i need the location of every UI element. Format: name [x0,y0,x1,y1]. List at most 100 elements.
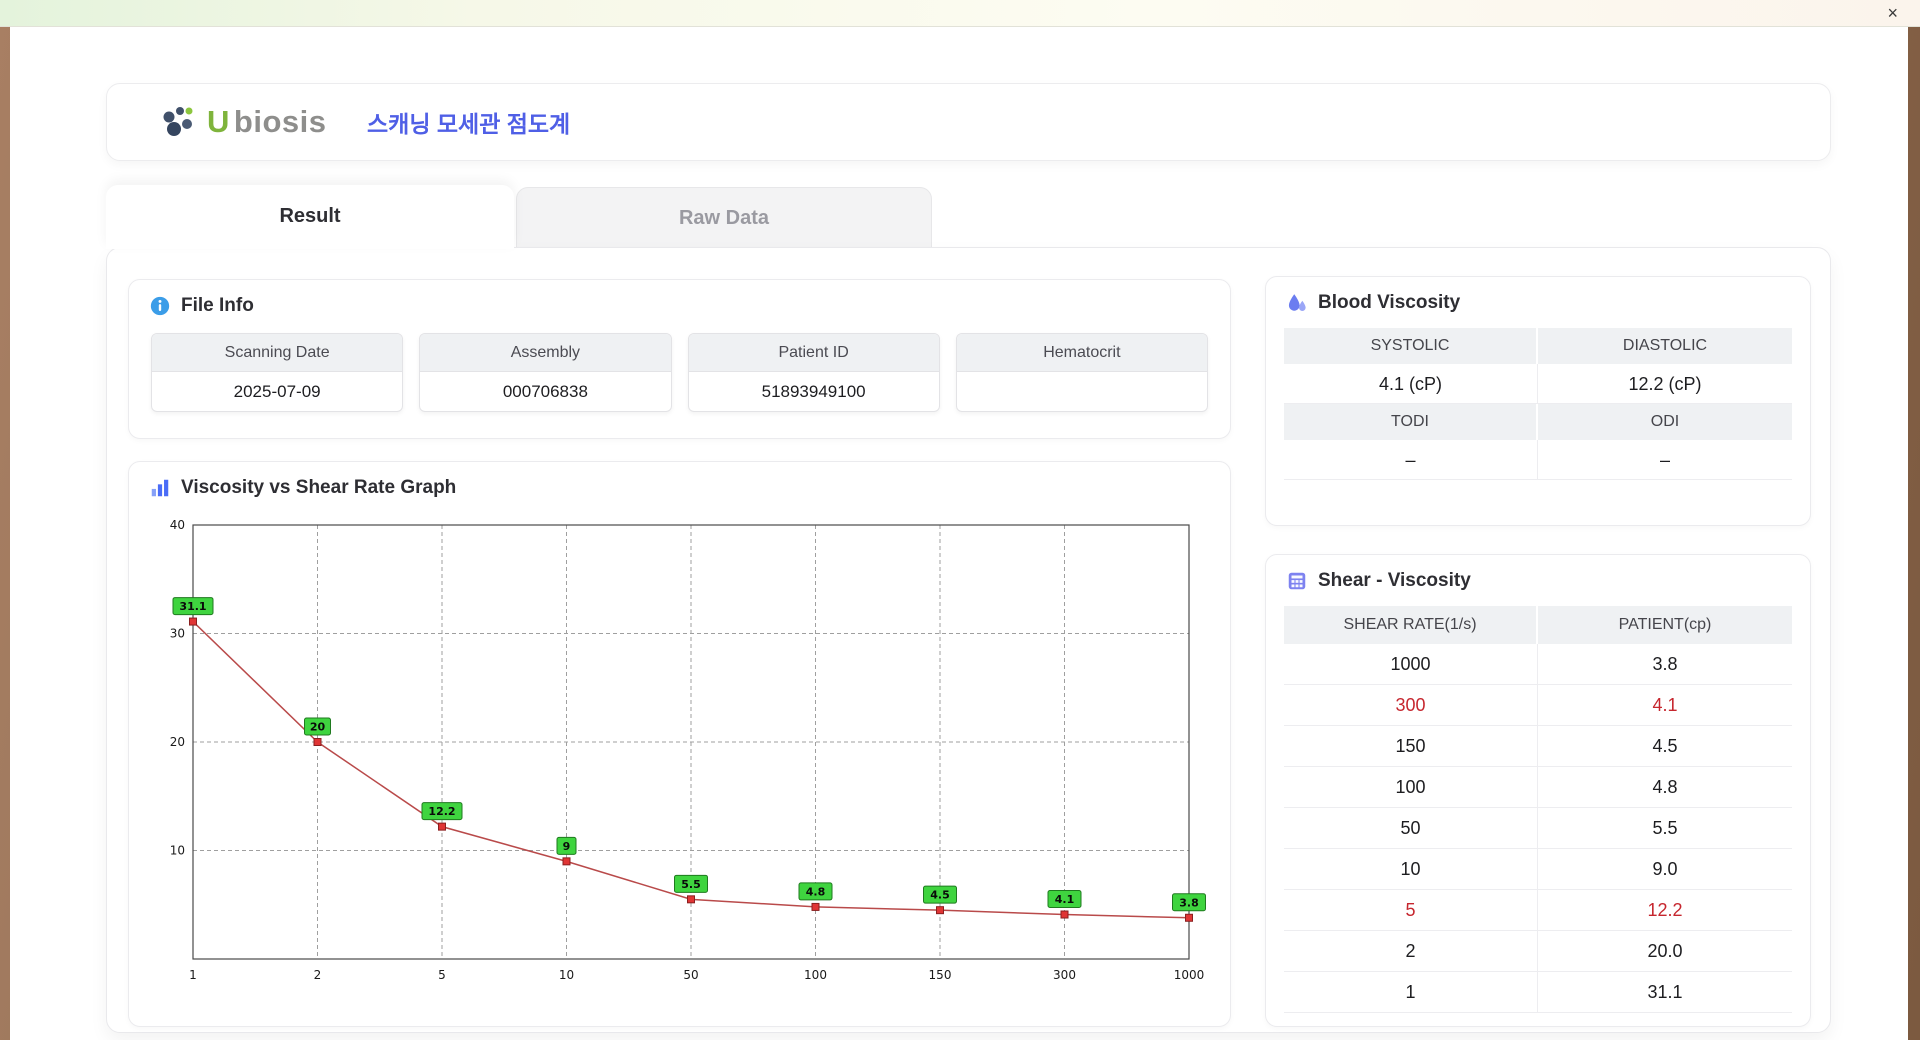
svg-text:9: 9 [563,840,571,853]
app-header: U biosis 스캐닝 모세관 점도계 [106,83,1831,161]
blood-viscosity-metric-value: – [1538,440,1792,480]
svg-text:5: 5 [438,968,446,982]
blood-viscosity-metric-label: TODI [1284,404,1538,440]
file-info-field: Assembly 000706838 [419,333,672,412]
shear-rate-cell: 1 [1284,972,1538,1012]
shear-rate-cell: 2 [1284,931,1538,971]
viscosity-chart: 31.1 20 12.2 9 5.5 4.8 4.5 4.1 3.8 10 20 30 40 1 2 5 10 5… [129,511,1230,996]
file-info-field-label: Scanning Date [152,334,403,372]
svg-text:4.1: 4.1 [1055,893,1075,906]
file-info-field-label: Assembly [420,334,671,372]
svg-text:50: 50 [683,968,698,982]
file-info-field-label: Hematocrit [956,334,1207,372]
window-close-button[interactable]: × [1881,0,1904,27]
blood-viscosity-card: Blood Viscosity SYSTOLIC DIASTOLIC 4.1 (cP… [1265,276,1811,526]
shear-table-row: 150 4.5 [1284,726,1792,767]
file-info-field: Hematocrit [955,333,1208,412]
app-window: U biosis 스캐닝 모세관 점도계 Result Raw Data Fil… [10,27,1908,1040]
blood-viscosity-metric-value: 12.2 (cP) [1538,364,1792,404]
svg-text:10: 10 [559,968,574,982]
page-title: 스캐닝 모세관 점도계 [367,111,571,137]
patient-column-header: PATIENT(cp) [1538,606,1792,644]
svg-text:20: 20 [170,735,185,749]
shear-table-row: 300 4.1 [1284,685,1792,726]
viscosity-shear-rate-plot: 31.1 20 12.2 9 5.5 4.8 4.5 4.1 3.8 10 20 30 40 1 2 5 10 5… [170,518,1206,982]
svg-text:300: 300 [1053,968,1076,982]
svg-text:4.8: 4.8 [806,885,826,898]
svg-text:5.5: 5.5 [681,878,701,891]
blood-viscosity-grid: SYSTOLIC DIASTOLIC 4.1 (cP) 12.2 (cP) TODI OD… [1284,328,1792,480]
shear-table-row: 2 20.0 [1284,931,1792,972]
svg-text:100: 100 [804,968,827,982]
file-info-field: Scanning Date 2025-07-09 [151,333,404,412]
file-info-field-label: Patient ID [688,334,939,372]
shear-table-header: SHEAR RATE(1/s) PATIENT(cp) [1284,606,1792,644]
patient-viscosity-cell: 5.5 [1652,818,1678,838]
shear-table-row: 5 12.2 [1284,890,1792,931]
patient-viscosity-cell: 4.8 [1652,777,1678,797]
file-info-card: File Info Scanning Date 2025-07-09 Assembl… [128,279,1231,439]
file-info-field-value: 2025-07-09 [233,382,321,401]
shear-rate-cell: 150 [1284,726,1538,766]
file-info-field-value: 51893949100 [761,382,866,401]
blood-viscosity-metric-label: DIASTOLIC [1538,328,1792,364]
file-info-title: File Info [181,295,254,316]
blood-viscosity-title: Blood Viscosity [1318,292,1461,313]
svg-text:1000: 1000 [1174,968,1205,982]
svg-text:40: 40 [170,518,185,532]
info-icon [149,295,171,317]
patient-viscosity-cell: 31.1 [1647,982,1683,1002]
shear-rate-column-header: SHEAR RATE(1/s) [1284,606,1538,644]
shear-rate-cell: 10 [1284,849,1538,889]
shear-viscosity-card: Shear - Viscosity SHEAR RATE(1/s) PATIEN… [1265,554,1811,1027]
svg-text:20: 20 [310,721,326,734]
blood-viscosity-metric-label: SYSTOLIC [1284,328,1538,364]
shear-rate-cell: 50 [1284,808,1538,848]
file-info-fields: Scanning Date 2025-07-09 Assembly 000706838… [129,329,1230,412]
patient-viscosity-cell: 12.2 [1647,900,1683,920]
blood-viscosity-metric-value: 4.1 (cP) [1284,364,1538,404]
svg-text:3.8: 3.8 [1179,896,1199,909]
ubiosis-logo: U biosis [157,84,326,160]
brand-leading-letter: U [207,104,230,139]
file-info-field-value [957,372,1207,411]
shear-table-row: 50 5.5 [1284,808,1792,849]
result-panel: File Info Scanning Date 2025-07-09 Assembl… [106,247,1831,1033]
window-titlebar: × [0,0,1920,27]
svg-text:2: 2 [314,968,322,982]
tab-raw-data[interactable]: Raw Data [516,187,932,249]
ubiosis-logo-icon [157,102,203,142]
brand-rest: biosis [233,104,327,139]
svg-text:31.1: 31.1 [179,600,206,613]
shear-rate-cell: 300 [1284,685,1538,725]
blood-drops-icon [1286,292,1308,314]
blood-viscosity-metric-label: ODI [1538,404,1792,440]
tab-result[interactable]: Result [106,185,514,249]
table-icon [1286,570,1308,592]
svg-text:10: 10 [170,844,185,858]
svg-text:30: 30 [170,627,185,641]
graph-title: Viscosity vs Shear Rate Graph [181,477,457,498]
blood-viscosity-metric-value: – [1284,440,1538,480]
shear-viscosity-table: SHEAR RATE(1/s) PATIENT(cp) 1000 3.8 300 4.… [1284,606,1792,1013]
patient-viscosity-cell: 20.0 [1647,941,1683,961]
shear-rate-cell: 1000 [1284,644,1538,684]
shear-table-row: 1000 3.8 [1284,644,1792,685]
shear-rate-cell: 5 [1284,890,1538,930]
svg-text:12.2: 12.2 [428,805,455,818]
shear-table-row: 10 9.0 [1284,849,1792,890]
bar-chart-icon [149,477,171,499]
svg-text:4.5: 4.5 [930,889,950,902]
shear-rate-cell: 100 [1284,767,1538,807]
viscosity-graph-card: Viscosity vs Shear Rate Graph 31.1 20 12.2… [128,461,1231,1027]
patient-viscosity-cell: 3.8 [1652,654,1678,674]
patient-viscosity-cell: 4.1 [1652,695,1678,715]
file-info-field-value: 000706838 [502,382,588,401]
patient-viscosity-cell: 4.5 [1652,736,1678,756]
shear-table-row: 100 4.8 [1284,767,1792,808]
svg-text:150: 150 [929,968,952,982]
shear-table-row: 1 31.1 [1284,972,1792,1013]
svg-text:1: 1 [189,968,197,982]
shear-viscosity-title: Shear - Viscosity [1318,570,1471,591]
shear-table-body: 1000 3.8 300 4.1 150 4.5 100 4.8 50 5.5 10 9.0 5 12.2… [1284,644,1792,1013]
